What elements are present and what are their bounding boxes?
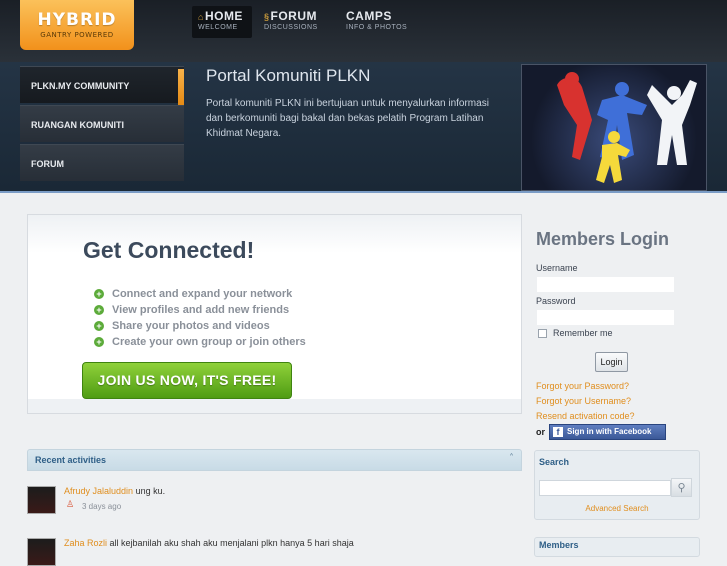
- get-connected-title: Get Connected!: [83, 237, 255, 263]
- plus-icon: +: [94, 305, 104, 315]
- panel-footer: [28, 399, 521, 413]
- login-button[interactable]: Login: [595, 352, 628, 372]
- nav-forum-sub: DISCUSSIONS: [264, 24, 318, 31]
- members-login-title: Members Login: [536, 229, 670, 249]
- plus-icon: +: [94, 337, 104, 347]
- activity-user-link[interactable]: Zaha Rozli: [64, 538, 107, 548]
- username-field[interactable]: [536, 276, 675, 293]
- activity-user-link[interactable]: Afrudy Jalaluddin: [64, 486, 133, 496]
- user-icon: ♙: [66, 500, 75, 510]
- join-button[interactable]: JOIN US NOW, IT'S FREE!: [82, 362, 292, 399]
- recent-activities-title: Recent activities: [35, 455, 107, 465]
- chevron-up-icon[interactable]: ˄: [509, 453, 514, 464]
- search-title: Search: [539, 457, 570, 467]
- sidebar: PLKN.MY COMMUNITY RUANGAN KOMUNITI FORUM: [20, 66, 184, 183]
- forgot-password-link[interactable]: Forgot your Password?: [536, 381, 629, 391]
- top-bar: HYBRID GANTRY POWERED ⌂HOME WELCOME §FOR…: [0, 0, 727, 62]
- main-panel: Get Connected! + Connect and expand your …: [27, 214, 522, 414]
- avatar[interactable]: [27, 538, 56, 566]
- activity-time: 3 days ago: [82, 502, 122, 511]
- avatar[interactable]: [27, 486, 56, 514]
- sidebar-item-community[interactable]: PLKN.MY COMMUNITY: [20, 66, 184, 105]
- nav-camps-label: CAMPS: [346, 9, 392, 23]
- or-label: or: [536, 427, 545, 437]
- banner-image: [521, 64, 707, 191]
- activity-text: all kejbanilah aku shah aku menjalani pl…: [109, 538, 354, 548]
- home-icon: ⌂: [198, 12, 204, 22]
- forum-icon: §: [264, 12, 270, 22]
- password-field[interactable]: [536, 309, 675, 326]
- sidebar-item-ruangan[interactable]: RUANGAN KOMUNITI: [20, 105, 184, 142]
- advanced-search-link[interactable]: Advanced Search: [535, 504, 699, 513]
- jumping-figures-illustration: [557, 72, 697, 183]
- nav-camps[interactable]: CAMPS INFO & PHOTOS: [340, 6, 413, 38]
- search-icon[interactable]: ⚲: [671, 478, 692, 497]
- search-input[interactable]: [539, 480, 671, 496]
- feature-item: + Create your own group or join others: [94, 334, 306, 350]
- logo[interactable]: HYBRID GANTRY POWERED: [20, 0, 134, 50]
- forgot-username-link[interactable]: Forgot your Username?: [536, 396, 631, 406]
- feature-item: + View profiles and add new friends: [94, 302, 306, 318]
- logo-tagline: GANTRY POWERED: [40, 31, 114, 39]
- activity-item: Afrudy Jalaluddin ung ku. ♙ 3 days ago: [27, 486, 522, 516]
- nav-home[interactable]: ⌂HOME WELCOME: [192, 6, 252, 38]
- members-title: Members: [539, 540, 579, 550]
- username-label: Username: [536, 263, 578, 273]
- feature-item: + Connect and expand your network: [94, 286, 306, 302]
- remember-checkbox[interactable]: [538, 329, 547, 338]
- facebook-signin-button[interactable]: f Sign in with Facebook: [549, 424, 666, 440]
- plus-icon: +: [94, 321, 104, 331]
- nav-home-sub: WELCOME: [198, 24, 238, 31]
- logo-text: HYBRID: [37, 10, 117, 30]
- search-box: Search ⚲ Advanced Search: [534, 450, 700, 520]
- nav-forum-label: FORUM: [270, 9, 318, 23]
- facebook-label: Sign in with Facebook: [567, 427, 652, 436]
- banner-title: Portal Komuniti PLKN: [206, 66, 371, 85]
- sidebar-item-forum[interactable]: FORUM: [20, 144, 184, 181]
- plus-icon: +: [94, 289, 104, 299]
- feature-list: + Connect and expand your network + View p…: [94, 286, 306, 350]
- resend-activation-link[interactable]: Resend activation code?: [536, 411, 635, 421]
- banner-description: Portal komuniti PLKN ini bertujuan untuk…: [206, 98, 489, 139]
- activity-text: ung ku.: [135, 486, 166, 496]
- nav-camps-sub: INFO & PHOTOS: [346, 24, 408, 31]
- nav-forum[interactable]: §FORUM DISCUSSIONS: [258, 6, 324, 38]
- recent-activities-header[interactable]: Recent activities ˄: [27, 449, 522, 471]
- banner: PLKN.MY COMMUNITY RUANGAN KOMUNITI FORUM…: [0, 62, 727, 193]
- nav-home-label: HOME: [204, 9, 243, 23]
- members-box: Members: [534, 537, 700, 557]
- remember-label: Remember me: [553, 328, 613, 338]
- password-label: Password: [536, 296, 576, 306]
- activity-item: Zaha Rozli all kejbanilah aku shah aku m…: [27, 538, 522, 566]
- facebook-icon: f: [553, 427, 563, 437]
- feature-item: + Share your photos and videos: [94, 318, 306, 334]
